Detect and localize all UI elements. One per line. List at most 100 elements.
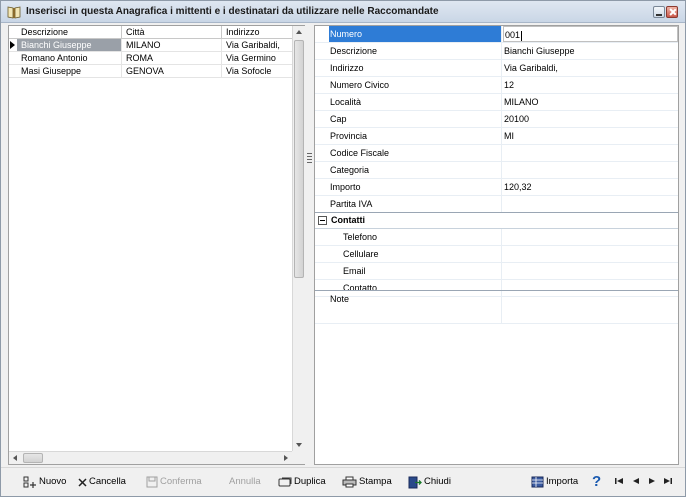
property-label: Partita IVA	[329, 196, 502, 212]
grid-vertical-scrollbar[interactable]	[292, 26, 305, 451]
new-record-icon	[23, 476, 36, 488]
conferma-button[interactable]: Conferma	[146, 474, 202, 490]
vertical-scroll-thumb[interactable]	[294, 40, 304, 278]
cancella-button[interactable]: Cancella	[78, 474, 126, 490]
first-record-icon[interactable]	[613, 475, 625, 487]
scroll-down-arrow-icon[interactable]	[293, 438, 306, 451]
property-value[interactable]	[503, 145, 678, 161]
property-grid[interactable]: Numero 001 Descrizione Bianchi Giuseppe …	[314, 25, 679, 465]
scroll-right-arrow-icon[interactable]	[279, 452, 292, 465]
next-record-icon[interactable]	[646, 475, 658, 487]
column-header-descrizione[interactable]: Descrizione	[9, 26, 122, 39]
conferma-label: Conferma	[160, 476, 202, 487]
property-value[interactable]: MILANO	[503, 94, 678, 110]
cell-descrizione[interactable]: Romano Antonio	[17, 52, 122, 64]
printer-icon	[342, 476, 357, 488]
cell-indirizzo[interactable]: Via Sofocle	[222, 65, 292, 77]
numero-field[interactable]: 001	[503, 26, 678, 42]
scroll-up-arrow-icon[interactable]	[293, 26, 306, 39]
property-row-localita[interactable]: Località MILANO	[315, 94, 678, 111]
property-row-email[interactable]: Email	[315, 263, 678, 280]
property-row-partita-iva[interactable]: Partita IVA	[315, 196, 678, 213]
panel-splitter[interactable]	[306, 25, 313, 465]
property-row-indirizzo[interactable]: Indirizzo Via Garibaldi,	[315, 60, 678, 77]
property-value[interactable]	[503, 229, 678, 245]
cell-citta[interactable]: ROMA	[122, 52, 222, 64]
property-value[interactable]	[503, 291, 678, 324]
records-grid[interactable]: Descrizione Città Indirizzo Bianchi Gius…	[8, 25, 305, 465]
window-title: Inserisci in questa Anagrafica i mittent…	[26, 6, 439, 17]
svg-text:?: ?	[592, 473, 601, 488]
cell-descrizione[interactable]: Bianchi Giuseppe	[17, 39, 122, 51]
property-label: Numero	[329, 26, 502, 42]
grid-header: Descrizione Città Indirizzo	[9, 26, 292, 39]
column-header-indirizzo[interactable]: Indirizzo	[222, 26, 292, 39]
property-row-categoria[interactable]: Categoria	[315, 162, 678, 179]
cell-citta[interactable]: MILANO	[122, 39, 222, 51]
property-value[interactable]: 120,32	[503, 179, 678, 195]
column-header-citta[interactable]: Città	[122, 26, 222, 39]
property-value[interactable]	[503, 246, 678, 262]
import-grid-icon	[531, 476, 544, 488]
scroll-left-arrow-icon[interactable]	[9, 452, 22, 465]
table-row[interactable]: Romano Antonio ROMA Via Germino	[9, 52, 292, 65]
minimize-button[interactable]	[653, 6, 665, 18]
property-row-cap[interactable]: Cap 20100	[315, 111, 678, 128]
property-value[interactable]: MI	[503, 128, 678, 144]
property-value[interactable]: 20100	[503, 111, 678, 127]
importa-label: Importa	[546, 476, 579, 487]
annulla-button[interactable]: Annulla	[229, 474, 261, 490]
stampa-button[interactable]: Stampa	[342, 474, 392, 490]
category-contatti[interactable]: Contatti	[315, 212, 678, 229]
delete-x-icon	[78, 477, 87, 487]
property-row-codice-fiscale[interactable]: Codice Fiscale	[315, 145, 678, 162]
property-row-importo[interactable]: Importo 120,32	[315, 179, 678, 196]
property-label: Cap	[329, 111, 502, 127]
chiudi-button[interactable]: Chiudi	[408, 474, 451, 490]
grid-horizontal-scrollbar[interactable]	[9, 451, 292, 464]
cell-indirizzo[interactable]: Via Garibaldi,	[222, 39, 292, 51]
table-row[interactable]: Masi Giuseppe GENOVA Via Sofocle	[9, 65, 292, 78]
property-row-numero[interactable]: Numero 001	[315, 26, 678, 43]
help-question-icon[interactable]: ?	[591, 473, 602, 488]
property-value[interactable]	[503, 162, 678, 178]
main-window: Inserisci in questa Anagrafica i mittent…	[0, 0, 686, 497]
duplicate-icon	[278, 477, 292, 486]
property-row-cellulare[interactable]: Cellulare	[315, 246, 678, 263]
last-record-icon[interactable]	[662, 475, 674, 487]
property-label: Cellulare	[329, 246, 502, 262]
cell-citta[interactable]: GENOVA	[122, 65, 222, 77]
property-row-descrizione[interactable]: Descrizione Bianchi Giuseppe	[315, 43, 678, 60]
property-label: Indirizzo	[329, 60, 502, 76]
cell-indirizzo[interactable]: Via Germino	[222, 52, 292, 64]
previous-record-icon[interactable]	[630, 475, 642, 487]
property-label: Email	[329, 263, 502, 279]
property-label: Numero Civico	[329, 77, 502, 93]
property-value[interactable]	[503, 263, 678, 279]
chiudi-label: Chiudi	[424, 476, 451, 487]
nuovo-button[interactable]: Nuovo	[23, 474, 66, 490]
current-row-indicator-icon	[10, 41, 15, 49]
table-row[interactable]: Bianchi Giuseppe MILANO Via Garibaldi,	[9, 39, 292, 52]
property-row-numero-civico[interactable]: Numero Civico 12	[315, 77, 678, 94]
horizontal-scroll-thumb[interactable]	[23, 453, 43, 463]
collapse-icon[interactable]	[318, 216, 327, 225]
property-value[interactable]: 001	[505, 30, 520, 40]
property-row-telefono[interactable]: Telefono	[315, 229, 678, 246]
close-button[interactable]	[666, 6, 678, 18]
property-label: Provincia	[329, 128, 502, 144]
cell-descrizione[interactable]: Masi Giuseppe	[17, 65, 122, 77]
property-row-provincia[interactable]: Provincia MI	[315, 128, 678, 145]
property-value[interactable]	[503, 196, 678, 212]
property-label: Località	[329, 94, 502, 110]
property-value[interactable]: 12	[503, 77, 678, 93]
text-caret	[521, 30, 523, 41]
save-disk-icon	[146, 476, 158, 488]
importa-button[interactable]: Importa	[531, 474, 578, 490]
property-row-note[interactable]: Note	[315, 290, 678, 324]
exit-door-icon	[408, 476, 422, 488]
property-value[interactable]: Via Garibaldi,	[503, 60, 678, 76]
bottom-toolbar: Nuovo Cancella Conferma Annulla Duplica …	[1, 467, 685, 496]
duplica-button[interactable]: Duplica	[278, 474, 326, 490]
property-value[interactable]: Bianchi Giuseppe	[503, 43, 678, 59]
